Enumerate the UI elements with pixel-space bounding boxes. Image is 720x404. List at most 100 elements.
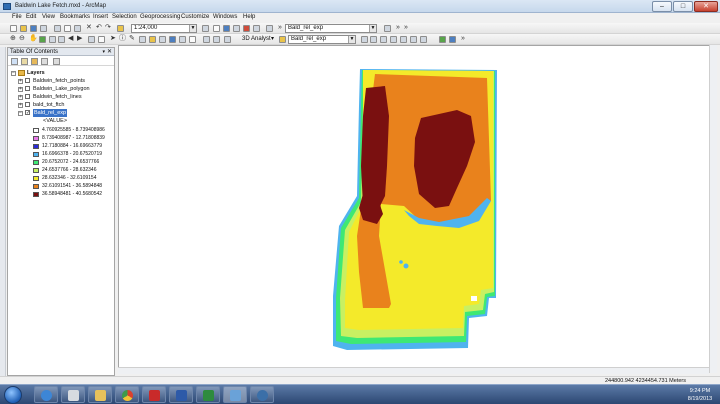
3d-analyst-label[interactable]: 3D Analyst bbox=[242, 36, 271, 42]
toolbar-overflow-icon[interactable]: » bbox=[461, 35, 465, 43]
legend-item[interactable]: 8.739408987 - 12.71808839 bbox=[8, 134, 114, 142]
fixed-zoom-in-icon[interactable] bbox=[49, 36, 56, 43]
expand-icon[interactable]: + bbox=[18, 87, 23, 92]
cut-icon[interactable] bbox=[54, 25, 61, 32]
menu-selection[interactable]: Selection bbox=[112, 14, 137, 20]
arrow-tool-icon[interactable] bbox=[384, 25, 391, 32]
legend-item[interactable]: 32.61091541 - 36.5894848 bbox=[8, 182, 114, 190]
contour-tool-icon[interactable] bbox=[361, 36, 368, 43]
map-scale-combo[interactable]: 1:24,000 ▼ bbox=[131, 24, 197, 33]
open-folder-icon[interactable] bbox=[20, 25, 27, 32]
interpolate-point-icon[interactable] bbox=[390, 36, 397, 43]
arcscene-icon[interactable] bbox=[439, 36, 446, 43]
zoom-in-icon[interactable]: ⊕ bbox=[10, 35, 16, 43]
toolbar-more-icon[interactable]: » bbox=[396, 24, 400, 32]
taskbar-acrobat-button[interactable] bbox=[142, 386, 166, 403]
paste-icon[interactable] bbox=[74, 25, 81, 32]
maximize-button[interactable]: □ bbox=[673, 1, 693, 12]
list-by-drawing-order-icon[interactable] bbox=[11, 58, 18, 65]
legend-item[interactable]: 4.760925585 - 8.739408986 bbox=[8, 126, 114, 134]
legend-item[interactable]: 28.632346 - 32.6109154 bbox=[8, 174, 114, 182]
legend-swatch[interactable] bbox=[33, 176, 39, 181]
legend-swatch[interactable] bbox=[33, 136, 39, 141]
redo-icon[interactable]: ↷ bbox=[105, 24, 111, 32]
legend-swatch[interactable] bbox=[33, 160, 39, 165]
menu-edit[interactable]: Edit bbox=[26, 14, 36, 20]
print-icon[interactable] bbox=[40, 25, 47, 32]
go-to-xy-icon[interactable] bbox=[169, 36, 176, 43]
menu-file[interactable]: File bbox=[12, 14, 22, 20]
profile-graph-icon[interactable] bbox=[410, 36, 417, 43]
taskbar-folder-button[interactable] bbox=[88, 386, 112, 403]
legend-swatch[interactable] bbox=[33, 168, 39, 173]
layer-combo[interactable]: Bald_rel_exp ▼ bbox=[285, 24, 377, 33]
menu-windows[interactable]: Windows bbox=[213, 14, 237, 20]
collapse-icon[interactable]: − bbox=[11, 71, 16, 76]
search-window-icon[interactable] bbox=[233, 25, 240, 32]
minimize-button[interactable]: – bbox=[652, 1, 672, 12]
select-features-icon[interactable] bbox=[88, 36, 95, 43]
legend-item[interactable]: 24.6537766 - 28.632346 bbox=[8, 166, 114, 174]
toc-window-icon[interactable] bbox=[213, 25, 220, 32]
fixed-zoom-out-icon[interactable] bbox=[58, 36, 65, 43]
menu-customize[interactable]: Customize bbox=[181, 14, 209, 20]
back-extent-icon[interactable]: ◀ bbox=[68, 35, 73, 43]
legend-swatch[interactable] bbox=[33, 184, 39, 189]
raster-map[interactable] bbox=[119, 46, 718, 374]
taskbar-media-button[interactable] bbox=[61, 386, 85, 403]
layer-visibility-checkbox[interactable] bbox=[25, 78, 30, 83]
layer-visibility-checkbox[interactable] bbox=[25, 86, 30, 91]
taskbar-excel-button[interactable] bbox=[196, 386, 220, 403]
collapse-icon[interactable]: − bbox=[18, 111, 23, 116]
arcglobe-icon[interactable] bbox=[449, 36, 456, 43]
python-window-icon[interactable] bbox=[253, 25, 260, 32]
tree-item-layer[interactable]: + Baldwin_fetch_points bbox=[8, 77, 114, 85]
html-popup-icon[interactable] bbox=[159, 36, 166, 43]
interpolate-line-icon[interactable] bbox=[400, 36, 407, 43]
layout-zoom-icon[interactable] bbox=[213, 36, 220, 43]
taskbar-chrome-button[interactable] bbox=[115, 386, 139, 403]
map-display[interactable] bbox=[118, 45, 717, 373]
list-by-source-icon[interactable] bbox=[21, 58, 28, 65]
new-doc-icon[interactable] bbox=[10, 25, 17, 32]
find-icon[interactable]: ✎ bbox=[129, 35, 135, 43]
taskbar-arcgis-button[interactable] bbox=[250, 386, 274, 403]
catalog-window-icon[interactable] bbox=[223, 25, 230, 32]
expand-icon[interactable]: + bbox=[18, 95, 23, 100]
model-builder-icon[interactable] bbox=[266, 25, 273, 32]
tree-item-layers[interactable]: − Layers bbox=[8, 69, 114, 77]
add-data-icon[interactable] bbox=[117, 25, 124, 32]
create-viewer-icon[interactable] bbox=[189, 36, 196, 43]
toolbar-overflow-icon[interactable]: » bbox=[404, 24, 408, 32]
interpolate-polygon-icon[interactable] bbox=[420, 36, 427, 43]
legend-swatch[interactable] bbox=[33, 152, 39, 157]
layer-visibility-checkbox[interactable] bbox=[25, 102, 30, 107]
clear-selection-icon[interactable] bbox=[98, 36, 105, 43]
undo-icon[interactable]: ↶ bbox=[96, 24, 102, 32]
layer-visibility-checkbox[interactable]: ✓ bbox=[25, 110, 30, 116]
legend-item[interactable]: 12.7180884 - 16.69663779 bbox=[8, 142, 114, 150]
tree-item-layer[interactable]: + Baldwin_Lake_polygon bbox=[8, 85, 114, 93]
chevron-down-icon[interactable]: ▾ bbox=[271, 35, 274, 42]
tree-item-layer-selected[interactable]: − ✓ Bald_rel_exp bbox=[8, 109, 114, 117]
menu-insert[interactable]: Insert bbox=[93, 14, 108, 20]
layout-pan-icon[interactable] bbox=[224, 36, 231, 43]
line-of-sight-icon[interactable] bbox=[380, 36, 387, 43]
editor-toolbar-icon[interactable] bbox=[202, 25, 209, 32]
steepest-path-icon[interactable] bbox=[370, 36, 377, 43]
legend-swatch[interactable] bbox=[33, 128, 39, 133]
arctoolbox-icon[interactable] bbox=[243, 25, 250, 32]
tree-item-layer[interactable]: + bald_tot_ftch bbox=[8, 101, 114, 109]
hyperlink-icon[interactable] bbox=[149, 36, 156, 43]
delete-icon[interactable]: ✕ bbox=[86, 24, 92, 32]
toc-options-icon[interactable] bbox=[53, 58, 60, 65]
close-button[interactable]: ✕ bbox=[694, 1, 718, 12]
pin-icon[interactable]: ▾ bbox=[102, 48, 105, 56]
expand-icon[interactable]: + bbox=[18, 79, 23, 84]
legend-swatch[interactable] bbox=[33, 144, 39, 149]
map-horizontal-scrollbar[interactable] bbox=[118, 367, 709, 374]
tree-item-layer[interactable]: + Baldwin_fetch_lines bbox=[8, 93, 114, 101]
time-slider-icon[interactable] bbox=[179, 36, 186, 43]
full-extent-icon[interactable] bbox=[39, 36, 46, 43]
close-icon[interactable]: ✕ bbox=[107, 48, 112, 56]
